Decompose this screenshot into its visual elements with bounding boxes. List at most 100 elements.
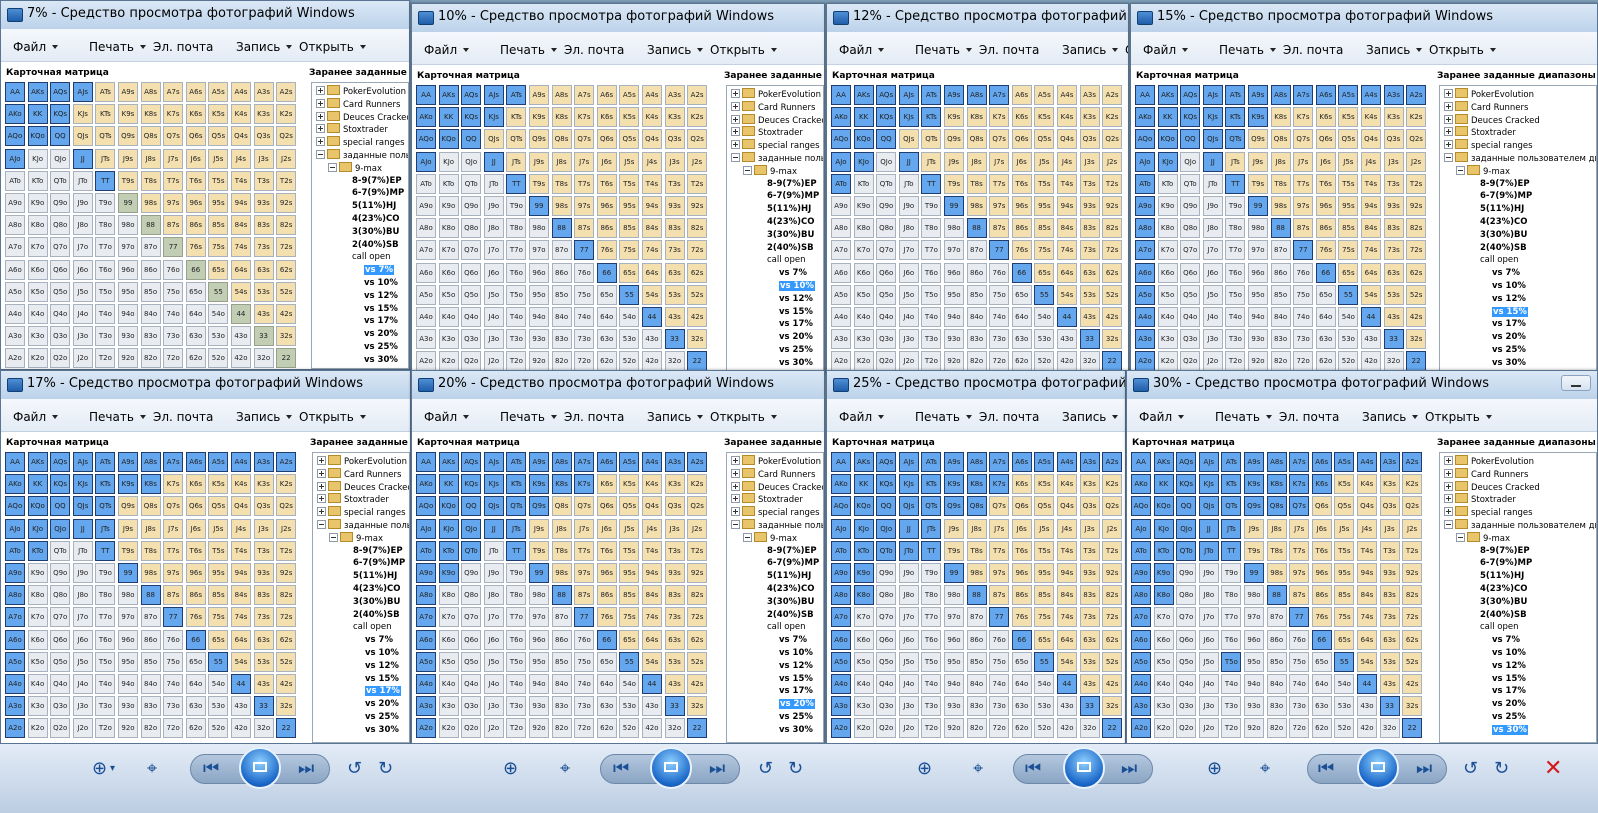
hand-cell[interactable]: Q3s <box>253 496 274 517</box>
hand-cell[interactable]: 22 <box>1402 718 1423 739</box>
hand-cell[interactable]: 96s <box>1011 562 1032 583</box>
hand-cell[interactable]: A4s <box>1360 85 1381 105</box>
expand-icon[interactable] <box>1444 494 1453 504</box>
hand-cell[interactable]: 72s <box>276 607 297 628</box>
hand-cell[interactable]: 53o <box>619 329 640 350</box>
hand-cell[interactable]: A9s <box>117 452 138 472</box>
hand-cell[interactable]: 76s <box>1315 240 1336 261</box>
hand-cell[interactable]: 66 <box>1011 629 1032 650</box>
hand-cell[interactable]: 43o <box>1356 696 1377 717</box>
hand-cell[interactable]: AJs <box>898 452 919 472</box>
hand-cell[interactable]: KJo <box>1157 151 1178 172</box>
hand-cell[interactable]: 96s <box>1315 195 1336 216</box>
hand-cell[interactable]: A9s <box>528 452 549 472</box>
hand-cell[interactable]: Q3s <box>664 129 685 150</box>
hand-cell[interactable]: KQo <box>853 496 874 517</box>
hand-cell[interactable]: 86o <box>1266 629 1287 650</box>
hand-cell[interactable]: T8s <box>551 540 572 561</box>
hand-cell[interactable]: J9o <box>483 562 504 583</box>
hand-cell[interactable]: ATo <box>1135 173 1155 194</box>
hand-cell[interactable]: J5o <box>1198 651 1219 672</box>
hand-cell[interactable]: K7s <box>574 474 595 495</box>
hand-cell[interactable]: T9o <box>921 195 942 216</box>
hand-cell[interactable]: J4o <box>898 306 919 327</box>
tree-item[interactable]: vs 30% <box>1492 724 1528 736</box>
menu-file[interactable]: Файл <box>13 410 59 424</box>
slideshow-icon[interactable] <box>1357 747 1399 789</box>
hand-cell[interactable]: K3s <box>664 474 685 495</box>
hand-cell[interactable]: Q4o <box>876 306 897 327</box>
hand-cell[interactable]: AJs <box>72 82 93 102</box>
hand-cell[interactable]: 22 <box>1406 351 1427 372</box>
hand-cell[interactable]: 74o <box>574 306 595 327</box>
hand-cell[interactable]: K4o <box>27 303 48 324</box>
tree-group[interactable]: заданные пользователем диапазоны <box>317 519 409 531</box>
hand-cell[interactable]: T2o <box>1225 351 1246 372</box>
expand-icon[interactable] <box>1444 127 1453 137</box>
hand-cell[interactable]: K2o <box>853 351 874 372</box>
hand-cell[interactable]: JTs <box>506 151 527 172</box>
hand-cell[interactable]: Q5o <box>876 651 897 672</box>
hand-cell[interactable]: QJs <box>72 496 93 517</box>
hand-cell[interactable]: Q7s <box>1293 129 1314 150</box>
hand-cell[interactable]: T4o <box>506 673 527 694</box>
hand-cell[interactable]: KTs <box>1221 474 1242 495</box>
hand-cell[interactable]: AA <box>831 452 851 472</box>
hand-cell[interactable]: 54s <box>1356 651 1377 672</box>
hand-cell[interactable]: K6o <box>853 629 874 650</box>
tree-item[interactable]: vs 15% <box>365 673 399 685</box>
hand-cell[interactable]: 64o <box>185 303 206 324</box>
tree-item[interactable]: 5(11%)HJ <box>1480 570 1524 582</box>
hand-cell[interactable]: 77 <box>989 607 1010 628</box>
hand-cell[interactable]: 96o <box>1243 629 1264 650</box>
tree-item[interactable]: vs 20% <box>365 698 399 710</box>
hand-cell[interactable]: 95s <box>208 562 229 583</box>
hand-cell[interactable]: 93o <box>117 326 138 347</box>
hand-cell[interactable]: A9s <box>117 82 138 102</box>
hand-cell[interactable]: J3o <box>483 696 504 717</box>
hand-cell[interactable]: Q2o <box>461 351 482 372</box>
hand-cell[interactable]: A4s <box>641 85 662 105</box>
hand-cell[interactable]: 64s <box>230 629 251 650</box>
hand-cell[interactable]: QTs <box>506 496 527 517</box>
hand-cell[interactable]: 95o <box>943 651 964 672</box>
hand-cell[interactable]: 87o <box>966 240 987 261</box>
hand-cell[interactable]: T4s <box>230 540 251 561</box>
hand-cell[interactable]: 62s <box>276 629 297 650</box>
hand-cell[interactable]: T3o <box>921 329 942 350</box>
hand-cell[interactable]: J8o <box>72 215 93 236</box>
hand-cell[interactable]: K3o <box>27 696 48 717</box>
hand-cell[interactable]: T7s <box>989 540 1010 561</box>
hand-cell[interactable]: 72o <box>574 351 595 372</box>
hand-cell[interactable]: 87o <box>966 607 987 628</box>
tree-group[interactable]: Stoxtrader <box>731 126 803 138</box>
hand-cell[interactable]: 43o <box>230 326 251 347</box>
tree-item[interactable]: 2(40%)SB <box>767 609 814 621</box>
hand-cell[interactable]: T4o <box>921 673 942 694</box>
hand-cell[interactable]: JTo <box>898 540 919 561</box>
hand-cell[interactable]: 76o <box>163 259 184 280</box>
hand-cell[interactable]: 95s <box>1338 195 1359 216</box>
hand-cell[interactable]: A2s <box>1102 452 1123 472</box>
hand-cell[interactable]: AKs <box>1157 85 1178 105</box>
hand-cell[interactable]: 62s <box>1102 629 1123 650</box>
hand-cell[interactable]: 55 <box>619 651 640 672</box>
menu-burn[interactable]: Запись <box>236 40 293 54</box>
hand-cell[interactable]: JTs <box>506 518 527 539</box>
tree-item[interactable]: vs 12% <box>365 660 399 672</box>
hand-cell[interactable]: 98s <box>1266 562 1287 583</box>
hand-cell[interactable]: 73s <box>253 607 274 628</box>
hand-cell[interactable]: 98s <box>966 195 987 216</box>
hand-cell[interactable]: 54s <box>1360 284 1381 305</box>
hand-cell[interactable]: T6s <box>596 173 617 194</box>
actual-size-icon[interactable]: ⌖ <box>1260 758 1270 780</box>
hand-cell[interactable]: A7s <box>989 452 1010 472</box>
hand-cell[interactable]: 64s <box>1356 629 1377 650</box>
collapse-icon[interactable] <box>731 520 740 529</box>
hand-cell[interactable]: AJo <box>1135 151 1155 172</box>
hand-cell[interactable]: J9o <box>72 562 93 583</box>
hand-cell[interactable]: Q3o <box>50 326 71 347</box>
tree-item[interactable]: 3(30%)BU <box>1480 596 1527 608</box>
hand-cell[interactable]: T9o <box>506 562 527 583</box>
hand-cell[interactable]: 87s <box>1293 218 1314 239</box>
